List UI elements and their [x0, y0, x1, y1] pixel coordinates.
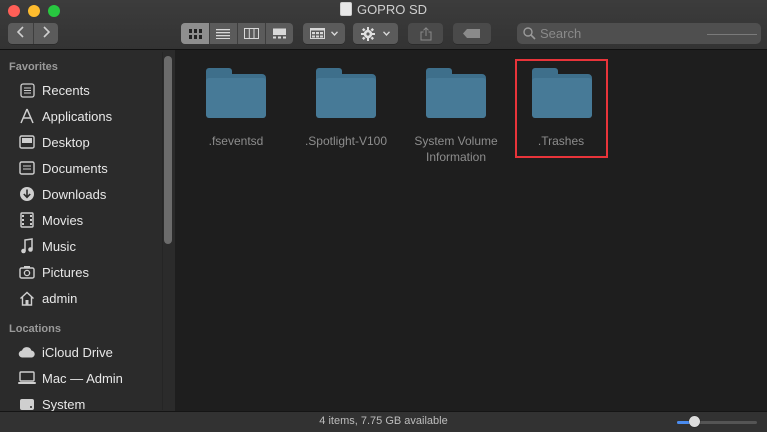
- folder-icon: [426, 68, 486, 118]
- search-icon: [523, 27, 536, 40]
- drive-icon: [339, 2, 352, 16]
- toolbar: GOPRO SD Search: [0, 0, 767, 50]
- file-name: System Volume Information: [414, 134, 498, 164]
- sidebar-item-label: Pictures: [42, 264, 89, 280]
- gallery-icon: [272, 28, 286, 39]
- sidebar-item-mac-admin[interactable]: Mac — Admin: [17, 366, 162, 390]
- status-text: 4 items, 7.75 GB available: [319, 415, 448, 427]
- forward-button[interactable]: [33, 26, 58, 41]
- sidebar-item-label: Documents: [42, 160, 108, 176]
- sidebar-item-label: iCloud Drive: [42, 344, 113, 360]
- columns-icon: [243, 28, 259, 39]
- back-button[interactable]: [8, 26, 33, 41]
- sidebar-item-label: Recents: [42, 82, 90, 98]
- group-by-button[interactable]: [303, 23, 345, 44]
- column-view-button[interactable]: [237, 23, 265, 44]
- sidebar-item-movies[interactable]: Movies: [17, 208, 162, 232]
- computer-icon: [17, 369, 37, 387]
- sidebar-item-label: System: [42, 396, 86, 412]
- cloud-icon: [17, 343, 37, 361]
- search-underline: [707, 34, 757, 35]
- list-view-button[interactable]: [209, 23, 237, 44]
- file-name: .Spotlight-V100: [304, 134, 388, 148]
- downloads-icon: [17, 185, 37, 203]
- chevron-left-icon: [16, 26, 24, 38]
- group-grid-icon: [310, 28, 325, 39]
- sidebar-heading-favorites: Favorites: [9, 61, 58, 73]
- view-switcher: [181, 23, 293, 44]
- search-placeholder: Search: [540, 26, 582, 41]
- sidebar-item-documents[interactable]: Documents: [17, 156, 162, 180]
- tag-icon: [463, 29, 480, 38]
- sidebar-item-admin[interactable]: admin: [17, 286, 162, 310]
- status-bar: 4 items, 7.75 GB available: [0, 411, 767, 432]
- sidebar-item-icloud-drive[interactable]: iCloud Drive: [17, 340, 162, 364]
- highlight-box: [515, 59, 608, 158]
- folder-icon: [316, 68, 376, 118]
- desktop-icon: [17, 133, 37, 151]
- folder-icon: [206, 68, 266, 118]
- share-button[interactable]: [408, 23, 443, 44]
- search-field[interactable]: Search: [517, 23, 761, 44]
- applications-icon: [17, 107, 37, 125]
- tags-button[interactable]: [453, 23, 491, 44]
- icon-grid-icon: [188, 28, 202, 39]
- sidebar-item-desktop[interactable]: Desktop: [17, 130, 162, 154]
- chevron-down-icon: [331, 31, 338, 36]
- music-icon: [17, 237, 37, 255]
- chevron-right-icon: [42, 26, 50, 38]
- sidebar: Favorites Recents Applications Desktop D…: [0, 50, 175, 412]
- home-icon: [17, 289, 37, 307]
- pictures-icon: [17, 263, 37, 281]
- share-icon: [420, 26, 431, 40]
- gallery-view-button[interactable]: [265, 23, 293, 44]
- sidebar-item-label: Movies: [42, 212, 84, 228]
- gear-icon: [361, 26, 375, 41]
- action-button[interactable]: [353, 23, 398, 44]
- sidebar-item-applications[interactable]: Applications: [17, 104, 162, 128]
- sidebar-item-label: Music: [42, 238, 76, 254]
- icon-view-button[interactable]: [181, 23, 209, 44]
- recents-icon: [17, 81, 37, 99]
- sidebar-item-label: Mac — Admin: [42, 370, 123, 386]
- sidebar-heading-locations: Locations: [9, 323, 61, 335]
- list-icon: [216, 28, 230, 39]
- movies-icon: [17, 211, 37, 229]
- nav-buttons: [8, 23, 58, 44]
- sidebar-item-downloads[interactable]: Downloads: [17, 182, 162, 206]
- sidebar-item-music[interactable]: Music: [17, 234, 162, 258]
- sidebar-item-recents[interactable]: Recents: [17, 78, 162, 102]
- chevron-down-icon: [383, 31, 390, 36]
- file-name: .fseventsd: [208, 134, 264, 148]
- window-title: GOPRO SD: [0, 2, 767, 17]
- sidebar-scroll-thumb[interactable]: [164, 56, 172, 244]
- window-title-text: GOPRO SD: [356, 2, 428, 17]
- sidebar-item-pictures[interactable]: Pictures: [17, 260, 162, 284]
- sidebar-item-label: admin: [42, 290, 78, 306]
- sidebar-item-label: Desktop: [42, 134, 90, 150]
- documents-icon: [17, 159, 37, 177]
- sidebar-item-label: Downloads: [42, 186, 107, 202]
- sidebar-item-label: Applications: [42, 108, 113, 124]
